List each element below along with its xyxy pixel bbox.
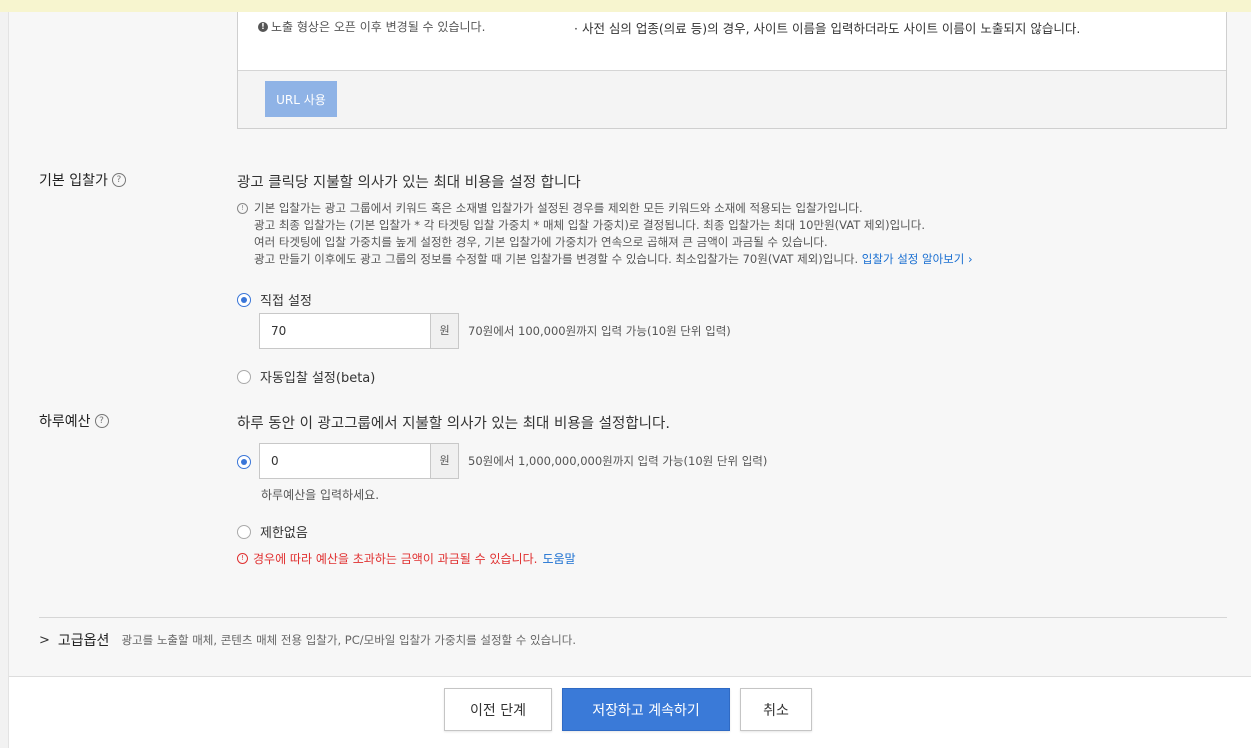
bid-input[interactable] — [259, 313, 430, 349]
prev-step-button[interactable]: 이전 단계 — [444, 688, 552, 731]
note-left-text: 노출 형상은 오픈 이후 변경될 수 있습니다. — [271, 20, 486, 34]
warning-icon: ! — [237, 553, 248, 564]
budget-unlimited-radio[interactable]: 제한없음 — [237, 522, 308, 541]
radio-unselected-icon[interactable] — [237, 524, 251, 539]
bid-help-row-1: ! 기본 입찰가는 광고 그룹에서 키워드 혹은 소재별 입찰가가 설정된 경우… — [237, 200, 973, 217]
ad-group-form: ! 노출 형상은 오픈 이후 변경될 수 있습니다. · 사전 심의 업종(의료… — [8, 12, 1251, 748]
budget-label-text: 하루예산 — [39, 414, 91, 430]
radio-unselected-icon[interactable] — [237, 369, 251, 384]
radio-selected-icon[interactable] — [237, 292, 251, 307]
section-divider — [39, 617, 1227, 618]
budget-limit-radio[interactable] — [237, 455, 251, 469]
top-notice-bar — [0, 0, 1251, 12]
bid-label: 기본 입찰가 ? — [39, 170, 126, 190]
bid-label-text: 기본 입찰가 — [39, 173, 108, 189]
budget-warning-text: 경우에 따라 예산을 초과하는 금액이 과금될 수 있습니다. — [253, 552, 538, 566]
bid-help-line: 광고 최종 입찰가는 (기본 입찰가 * 각 타겟팅 입찰 가중치 * 매체 입… — [254, 218, 925, 232]
cancel-button[interactable]: 취소 — [740, 688, 812, 731]
note-left: ! 노출 형상은 오픈 이후 변경될 수 있습니다. — [258, 18, 485, 35]
url-use-button[interactable]: URL 사용 — [265, 81, 337, 117]
advanced-options-toggle[interactable]: > 고급옵션 광고를 노출할 매체, 콘텐츠 매체 전용 입찰가, PC/모바일… — [39, 630, 576, 650]
note-right: · 사전 심의 업종(의료 등)의 경우, 사이트 이름을 입력하더라도 사이트… — [574, 21, 1081, 36]
budget-input-group: 원 — [259, 443, 459, 479]
bid-range: 70원에서 100,000원까지 입력 가능(10원 단위 입력) — [468, 324, 731, 338]
info-icon: ! — [237, 203, 248, 214]
bid-guide-link[interactable]: 입찰가 설정 알아보기 › — [862, 252, 973, 266]
bid-unit: 원 — [430, 313, 459, 349]
bid-auto-label: 자동입찰 설정(beta) — [260, 371, 376, 386]
url-section: ! 노출 형상은 오픈 이후 변경될 수 있습니다. · 사전 심의 업종(의료… — [237, 12, 1227, 129]
bid-help-line: 기본 입찰가는 광고 그룹에서 키워드 혹은 소재별 입찰가가 설정된 경우를 … — [254, 201, 863, 215]
budget-label: 하루예산 ? — [39, 411, 109, 431]
bid-input-group: 원 — [259, 313, 459, 349]
budget-unit: 원 — [430, 443, 459, 479]
bid-help-line: 여러 타겟팅에 입찰 가중치를 높게 설정한 경우, 기본 입찰가에 가중치가 … — [254, 235, 828, 249]
bid-help-line-4: 광고 만들기 이후에도 광고 그룹의 정보를 수정할 때 기본 입찰가를 변경할… — [237, 251, 973, 268]
budget-range: 50원에서 1,000,000,000원까지 입력 가능(10원 단위 입력) — [468, 454, 768, 468]
advanced-title: 고급옵션 — [57, 633, 110, 649]
info-icon: ! — [258, 21, 268, 32]
bid-auto-radio[interactable]: 자동입찰 설정(beta) — [237, 367, 375, 386]
budget-unlimited-label: 제한없음 — [260, 526, 308, 541]
bid-help: ! 기본 입찰가는 광고 그룹에서 키워드 혹은 소재별 입찰가가 설정된 경우… — [237, 200, 973, 268]
bid-help-line: 광고 만들기 이후에도 광고 그룹의 정보를 수정할 때 기본 입찰가를 변경할… — [254, 252, 859, 266]
chevron-right-icon: > — [39, 632, 50, 648]
bid-manual-radio[interactable]: 직접 설정 — [237, 290, 312, 309]
budget-title: 하루 동안 이 광고그룹에서 지불할 의사가 있는 최대 비용을 설정합니다. — [237, 416, 670, 432]
help-icon[interactable]: ? — [94, 414, 109, 428]
radio-selected-icon[interactable] — [237, 455, 251, 469]
form-footer: 이전 단계 저장하고 계속하기 취소 — [9, 676, 1251, 748]
save-continue-button[interactable]: 저장하고 계속하기 — [562, 688, 730, 731]
budget-input[interactable] — [259, 443, 430, 479]
url-notes: ! 노출 형상은 오픈 이후 변경될 수 있습니다. · 사전 심의 업종(의료… — [238, 12, 1226, 71]
url-footer: URL 사용 — [238, 71, 1226, 128]
budget-hint: 하루예산을 입력하세요. — [261, 488, 380, 502]
bid-title: 광고 클릭당 지불할 의사가 있는 최대 비용을 설정 합니다 — [237, 175, 581, 191]
bid-manual-label: 직접 설정 — [260, 294, 312, 309]
advanced-description: 광고를 노출할 매체, 콘텐츠 매체 전용 입찰가, PC/모바일 입찰가 가중… — [121, 633, 576, 647]
budget-warning: ! 경우에 따라 예산을 초과하는 금액이 과금될 수 있습니다. 도움말 — [237, 550, 576, 567]
help-icon[interactable]: ? — [111, 173, 126, 187]
help-link[interactable]: 도움말 — [542, 550, 575, 567]
